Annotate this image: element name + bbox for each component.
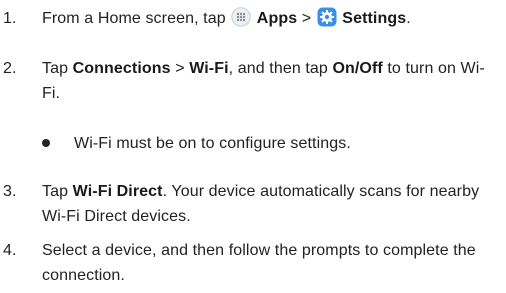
- apps-icon: [231, 7, 251, 27]
- text-run: Select a device, and then follow the pro…: [42, 242, 476, 284]
- instructions-document: 1. From a Home screen, tap Apps > Settin…: [0, 0, 506, 293]
- step-text: Select a device, and then follow the pro…: [42, 238, 500, 288]
- wifi-label: Wi-Fi: [189, 60, 229, 77]
- step-text: Tap Connections > Wi-Fi, and then tap On…: [42, 56, 500, 106]
- text-run: >: [170, 60, 190, 77]
- text-run: .: [406, 10, 411, 27]
- text-run: Tap: [42, 183, 73, 200]
- settings-label: Settings: [342, 10, 407, 27]
- step-number: 3.: [3, 183, 17, 200]
- step-number: 4.: [3, 242, 17, 259]
- settings-icon: [317, 7, 337, 27]
- on-off-label: On/Off: [332, 60, 383, 77]
- wifi-direct-label: Wi-Fi Direct: [72, 183, 163, 200]
- apps-label: Apps: [256, 10, 298, 27]
- connections-label: Connections: [72, 60, 171, 77]
- bullet-dot-icon: [42, 139, 50, 147]
- step-number: 1.: [3, 10, 17, 27]
- step-text: Tap Wi-Fi Direct. Your device automatica…: [42, 179, 500, 229]
- text-run: Tap: [42, 60, 73, 77]
- step-number: 2.: [3, 60, 17, 77]
- bullet-text: Wi-Fi must be on to configure settings.: [74, 135, 351, 152]
- step-text: From a Home screen, tap Apps > Settings.: [42, 6, 500, 31]
- text-run: , and then tap: [228, 60, 333, 77]
- text-run: From a Home screen, tap: [42, 10, 231, 27]
- text-run: >: [297, 10, 316, 27]
